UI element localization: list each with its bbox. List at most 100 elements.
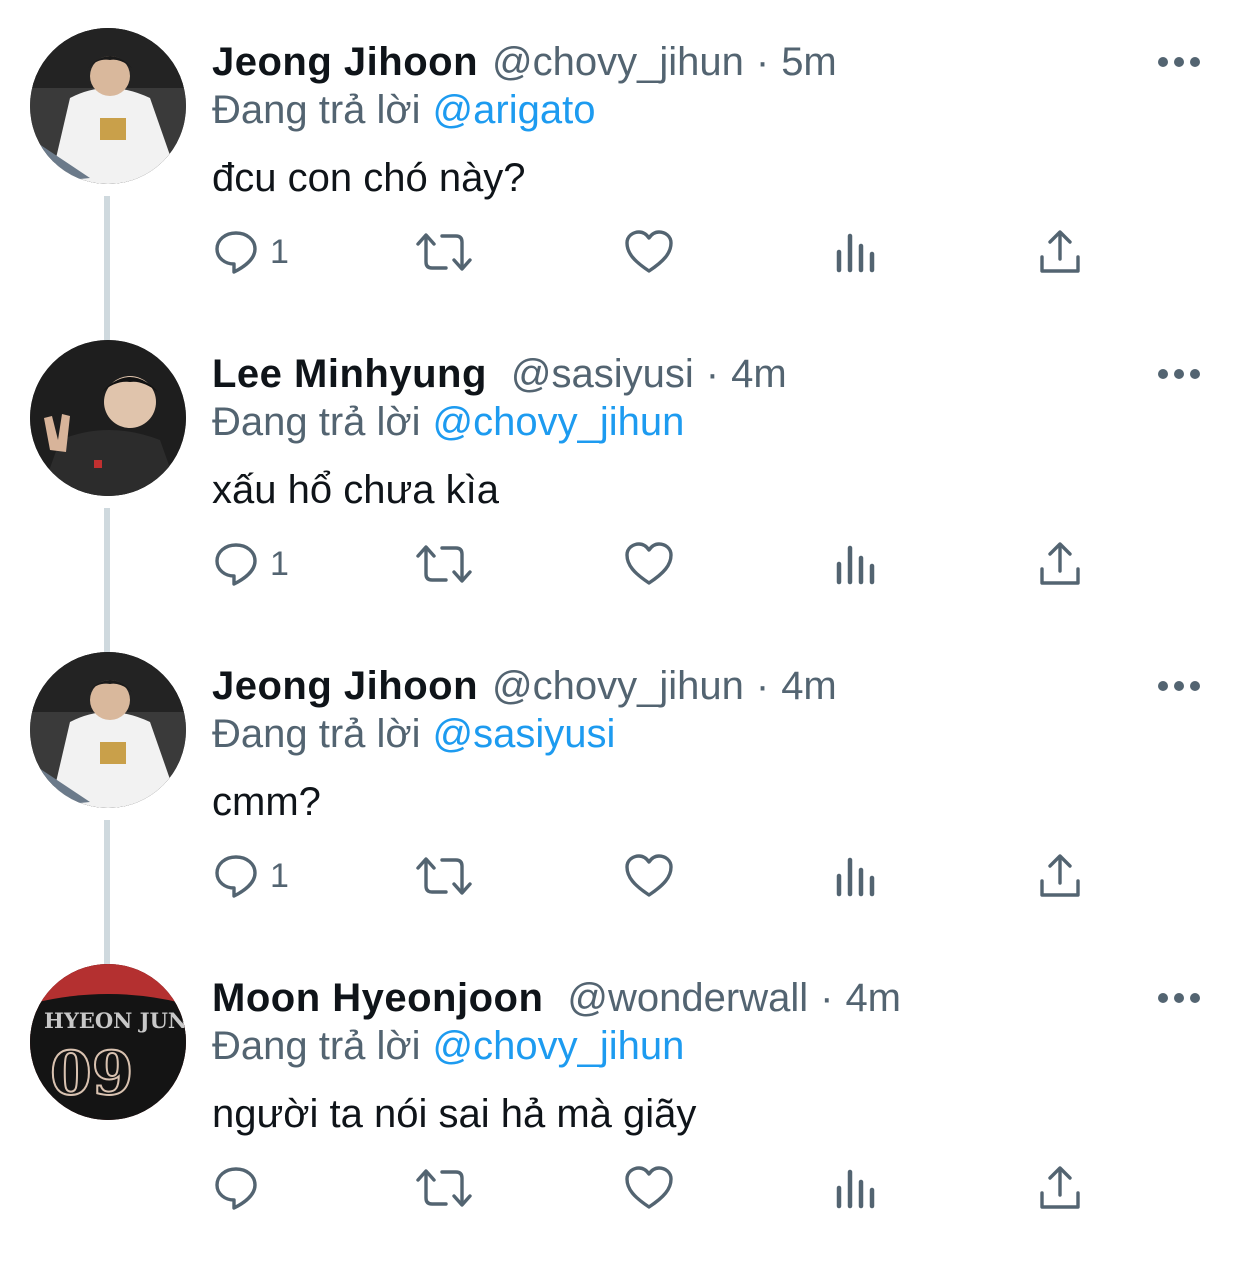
- retweet-button[interactable]: [414, 840, 474, 912]
- tweet-text: đcu con chó này?: [212, 156, 526, 200]
- retweet-icon: [416, 233, 472, 271]
- tweet-text: cmm?: [212, 780, 321, 824]
- action-bar: 1: [212, 840, 1092, 912]
- like-icon: [625, 854, 673, 897]
- replying-to: Đang trả lời @chovy_jihun: [212, 400, 684, 445]
- replying-label: Đang trả lời: [212, 400, 421, 444]
- avatar-photo: [30, 28, 186, 184]
- mention-link[interactable]: @sasiyusi: [433, 712, 616, 756]
- reply-count: 1: [270, 544, 289, 583]
- share-button[interactable]: [1038, 528, 1082, 600]
- like-button[interactable]: [624, 1152, 674, 1224]
- views-button[interactable]: [834, 840, 878, 912]
- tweet[interactable]: Lee Minhyung @sasiyusi · 4m Đang trả lời…: [0, 340, 1242, 660]
- user-handle[interactable]: @sasiyusi: [511, 352, 694, 397]
- tweet-header: Moon Hyeonjoon @wonderwall · 4m: [212, 972, 901, 1024]
- more-icon[interactable]: [1158, 56, 1200, 68]
- replying-label: Đang trả lời: [212, 88, 421, 132]
- more-icon[interactable]: [1158, 680, 1200, 692]
- reply-count: 1: [270, 856, 289, 895]
- separator: ·: [820, 975, 834, 1020]
- replying-to: Đang trả lời @arigato: [212, 88, 595, 133]
- avatar[interactable]: HYEON JUN 09: [30, 964, 186, 1120]
- tweet-header: Jeong Jihoon @chovy_jihun · 5m: [212, 36, 837, 88]
- tweet-text: xấu hổ chưa kìa: [212, 468, 499, 512]
- timestamp[interactable]: 4m: [781, 664, 837, 709]
- replying-to: Đang trả lời @chovy_jihun: [212, 1024, 684, 1069]
- replying-label: Đang trả lời: [212, 1024, 421, 1068]
- share-icon: [1040, 542, 1080, 585]
- avatar-photo: HYEON JUN 09: [30, 964, 186, 1120]
- views-button[interactable]: [834, 216, 878, 288]
- reply-button[interactable]: 1: [212, 528, 289, 600]
- display-name[interactable]: Jeong Jihoon: [212, 664, 478, 709]
- mention-link[interactable]: @chovy_jihun: [433, 400, 685, 444]
- share-button[interactable]: [1038, 840, 1082, 912]
- user-handle[interactable]: @chovy_jihun: [492, 40, 744, 85]
- retweet-button[interactable]: [414, 528, 474, 600]
- tweet-text: người ta nói sai hả mà giãy: [212, 1092, 697, 1136]
- reply-button[interactable]: [212, 1152, 260, 1224]
- separator: ·: [755, 39, 770, 84]
- tweet[interactable]: HYEON JUN 09 Moon Hyeonjoon @wonderwall …: [0, 964, 1242, 1284]
- views-button[interactable]: [834, 528, 878, 600]
- share-icon: [1040, 230, 1080, 273]
- views-icon: [836, 545, 875, 585]
- avatar-photo: [30, 340, 186, 496]
- share-button[interactable]: [1038, 216, 1082, 288]
- separator: ·: [755, 663, 770, 708]
- share-icon: [1040, 854, 1080, 897]
- user-handle[interactable]: @chovy_jihun: [492, 664, 744, 709]
- timestamp[interactable]: 5m: [781, 40, 837, 85]
- tweet[interactable]: Jeong Jihoon @chovy_jihun · 5m Đang trả …: [0, 28, 1242, 348]
- action-bar: 1: [212, 528, 1092, 600]
- reply-button[interactable]: 1: [212, 216, 289, 288]
- more-icon[interactable]: [1158, 368, 1200, 380]
- views-button[interactable]: [834, 1152, 878, 1224]
- views-icon: [836, 857, 875, 897]
- like-icon: [625, 1166, 673, 1209]
- reply-button[interactable]: 1: [212, 840, 289, 912]
- timestamp[interactable]: 4m: [845, 976, 901, 1021]
- retweet-icon: [416, 1169, 472, 1207]
- more-icon[interactable]: [1158, 992, 1200, 1004]
- timestamp[interactable]: 4m: [731, 352, 787, 397]
- share-icon: [1040, 1166, 1080, 1209]
- jersey-name: HYEON JUN: [44, 1008, 186, 1033]
- share-button[interactable]: [1038, 1152, 1082, 1224]
- display-name[interactable]: Jeong Jihoon: [212, 40, 478, 85]
- avatar[interactable]: [30, 28, 186, 184]
- reply-icon: [215, 1167, 257, 1210]
- reply-count: 1: [270, 232, 289, 271]
- display-name[interactable]: Moon Hyeonjoon: [212, 976, 543, 1021]
- action-bar: [212, 1152, 1092, 1224]
- views-icon: [836, 233, 875, 273]
- tweet-header: Jeong Jihoon @chovy_jihun · 4m: [212, 660, 837, 712]
- replying-to: Đang trả lời @sasiyusi: [212, 712, 615, 757]
- tweet[interactable]: Jeong Jihoon @chovy_jihun · 4m Đang trả …: [0, 652, 1242, 972]
- like-button[interactable]: [624, 528, 674, 600]
- avatar[interactable]: [30, 652, 186, 808]
- views-icon: [836, 1169, 875, 1209]
- retweet-icon: [416, 545, 472, 583]
- replying-label: Đang trả lời: [212, 712, 421, 756]
- mention-link[interactable]: @chovy_jihun: [433, 1024, 685, 1068]
- tweet-header: Lee Minhyung @sasiyusi · 4m: [212, 348, 787, 400]
- retweet-button[interactable]: [414, 216, 474, 288]
- retweet-icon: [416, 857, 472, 895]
- avatar[interactable]: [30, 340, 186, 496]
- reply-icon: [215, 231, 257, 274]
- reply-icon: [215, 543, 257, 586]
- like-button[interactable]: [624, 840, 674, 912]
- user-handle[interactable]: @wonderwall: [567, 976, 808, 1021]
- display-name[interactable]: Lee Minhyung: [212, 352, 487, 397]
- like-button[interactable]: [624, 216, 674, 288]
- action-bar: 1: [212, 216, 1092, 288]
- avatar-photo: [30, 652, 186, 808]
- retweet-button[interactable]: [414, 1152, 474, 1224]
- mention-link[interactable]: @arigato: [433, 88, 596, 132]
- separator: ·: [705, 351, 720, 396]
- jersey-number: 09: [50, 1039, 134, 1109]
- like-icon: [625, 542, 673, 585]
- reply-icon: [215, 855, 257, 898]
